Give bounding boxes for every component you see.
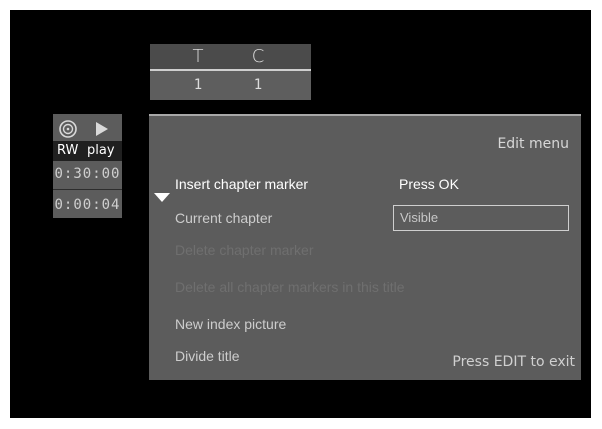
menu-item-current-chapter[interactable]: Current chapter (175, 210, 272, 226)
menu-title: Edit menu (497, 136, 569, 152)
chapter-header: C (251, 46, 265, 67)
title-header: T (192, 46, 204, 67)
title-chapter-header: T C (150, 44, 311, 71)
edit-menu: Edit menu Insert chapter marker Press OK… (149, 114, 581, 380)
status-divider (53, 189, 122, 190)
title-chapter-box: T C 1 1 (150, 44, 311, 100)
current-chapter-value: Visible (400, 210, 439, 225)
selection-cursor-icon (154, 193, 170, 202)
press-ok-hint: Press OK (399, 176, 459, 192)
play-icon (96, 122, 108, 136)
status-labels: RW play (53, 141, 122, 161)
total-time: 0:30:00 (54, 166, 121, 182)
tv-screen: T C 1 1 RW play 0:30:00 0:00:04 Edit men… (10, 10, 591, 418)
playback-status-panel: RW play 0:30:00 0:00:04 (53, 114, 122, 218)
status-icons (53, 120, 122, 138)
exit-hint: Press EDIT to exit (452, 354, 575, 370)
menu-item-divide-title[interactable]: Divide title (175, 348, 240, 364)
title-number: 1 (193, 77, 203, 93)
disc-icon (59, 120, 77, 138)
menu-item-delete-all-chapter-markers: Delete all chapter markers in this title (175, 279, 405, 295)
menu-item-insert-chapter-marker[interactable]: Insert chapter marker (175, 176, 308, 192)
current-chapter-value-field[interactable]: Visible (393, 205, 569, 231)
disc-type-label: RW (57, 143, 79, 158)
title-chapter-values: 1 1 (150, 71, 311, 100)
menu-item-delete-chapter-marker: Delete chapter marker (175, 242, 314, 258)
play-mode-label: play (87, 143, 115, 158)
menu-item-new-index-picture[interactable]: New index picture (175, 316, 286, 332)
chapter-number: 1 (253, 77, 263, 93)
current-time: 0:00:04 (54, 197, 121, 213)
